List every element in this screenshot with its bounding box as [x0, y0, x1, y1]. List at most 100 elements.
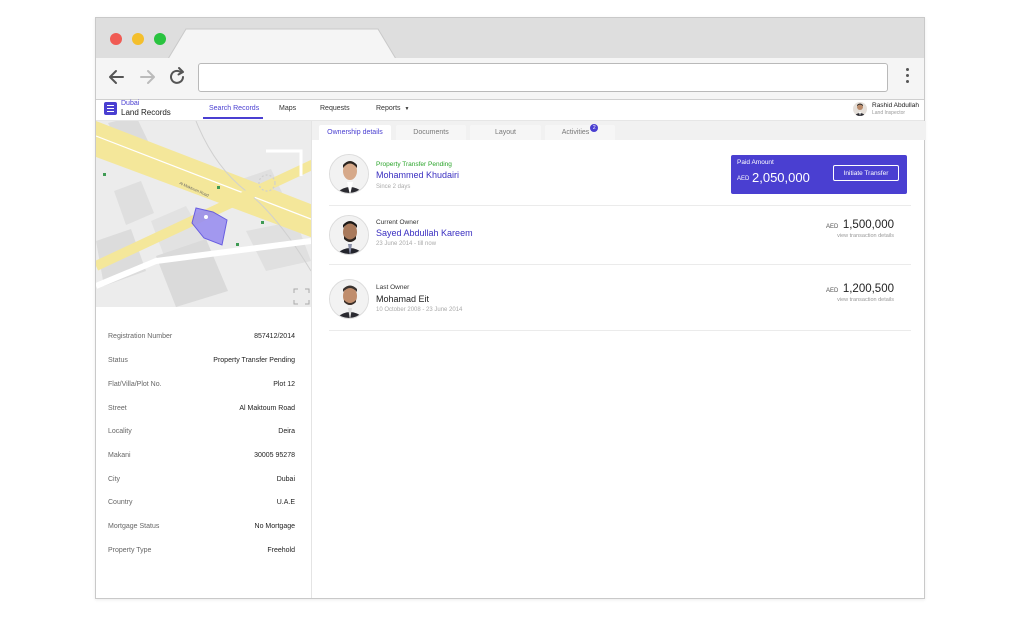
detail-locality: Locality Deira — [108, 428, 295, 440]
detail-label: Registration Number — [108, 333, 173, 340]
detail-property-type: Property Type Freehold — [108, 547, 295, 559]
detail-value: 857412/2014 — [254, 333, 295, 340]
owner-status: Current Owner — [376, 219, 419, 226]
detail-registration-number: Registration Number 857412/2014 — [108, 333, 295, 345]
detail-value: U.A.E — [276, 499, 295, 506]
browser-menu-icon[interactable] — [906, 68, 910, 86]
detail-value: Deira — [278, 428, 295, 435]
detail-label: Property Type — [108, 547, 152, 554]
view-transaction-link[interactable]: view transaction details — [837, 297, 894, 303]
paid-amount-label: Paid Amount — [737, 159, 774, 166]
detail-label: Makani — [108, 452, 131, 459]
detail-label: Status — [108, 357, 128, 364]
price-value: 1,500,000 — [842, 219, 894, 231]
tab-ownership-details[interactable]: Ownership details — [319, 125, 391, 140]
detail-value: Freehold — [267, 547, 295, 554]
property-sidebar: Al Maktoum Road Registration Number 8574… — [96, 121, 312, 598]
app-content: Dubai Land Records Search Records Maps R… — [96, 100, 926, 598]
property-map[interactable]: Al Maktoum Road — [96, 121, 311, 307]
brand-name-line1: Dubai — [121, 100, 140, 107]
detail-value: 30005 95278 — [254, 452, 295, 459]
paid-currency: AED — [737, 176, 750, 182]
nav-reports[interactable]: Reports ▼ — [376, 105, 409, 112]
nav-search-records[interactable]: Search Records — [209, 105, 259, 112]
price-currency: AED — [826, 224, 839, 230]
reload-icon[interactable] — [166, 66, 188, 88]
owner-price: AED 1,200,500 — [826, 279, 894, 297]
detail-value: Dubai — [276, 476, 295, 483]
detail-country: Country U.A.E — [108, 499, 295, 511]
owner-portrait-icon — [330, 216, 368, 254]
owner-name[interactable]: Sayed Abdullah Kareem — [376, 228, 473, 238]
maximize-window-button[interactable] — [154, 33, 166, 45]
detail-label: Locality — [108, 428, 132, 435]
initiate-transfer-button[interactable]: Initiate Transfer — [833, 165, 899, 181]
owner-photo — [329, 215, 369, 255]
chevron-down-icon: ▼ — [404, 106, 410, 112]
detail-mortgage-status: Mortgage Status No Mortgage — [108, 523, 295, 535]
detail-label: Country — [108, 499, 133, 506]
map-canvas: Al Maktoum Road — [96, 121, 311, 307]
detail-street: Street Al Maktoum Road — [108, 405, 295, 417]
owner-row-last: Last Owner Mohamad Eit 10 October 2008 -… — [329, 265, 911, 331]
owner-photo — [329, 154, 369, 194]
price-value: 1,200,500 — [842, 283, 894, 295]
owner-status: Last Owner — [376, 284, 410, 291]
view-transaction-link[interactable]: view transaction details — [837, 233, 894, 239]
nav-reports-label: Reports — [376, 105, 401, 112]
paid-amount-value: 2,050,000 — [752, 170, 810, 185]
owner-photo — [329, 279, 369, 319]
detail-label: Street — [108, 405, 127, 412]
detail-value: No Mortgage — [254, 523, 295, 530]
owner-portrait-icon — [330, 280, 368, 318]
nav-requests[interactable]: Requests — [320, 105, 350, 112]
close-window-button[interactable] — [110, 33, 122, 45]
brand-name-line2: Land Records — [121, 108, 171, 117]
activities-count-badge: 2 — [590, 124, 599, 132]
detail-makani: Makani 30005 95278 — [108, 452, 295, 464]
browser-window: Dubai Land Records Search Records Maps R… — [95, 17, 926, 599]
address-bar[interactable] — [198, 63, 888, 92]
price-currency: AED — [826, 288, 839, 294]
owner-period: Since 2 days — [376, 184, 411, 190]
user-portrait-icon — [854, 103, 866, 116]
detail-city: City Dubai — [108, 476, 295, 488]
detail-tabs: Ownership details Documents Layout Activ… — [312, 121, 926, 140]
paid-amount-card: Paid Amount AED 2,050,000 Initiate Trans… — [731, 155, 907, 194]
back-arrow-icon[interactable] — [106, 66, 128, 88]
tab-activities[interactable]: Activities2 — [545, 124, 615, 140]
user-avatar[interactable] — [853, 102, 867, 116]
tab-layout[interactable]: Layout — [470, 125, 541, 140]
detail-status: Status Property Transfer Pending — [108, 357, 295, 369]
owner-row-pending: Property Transfer Pending Mohammed Khuda… — [329, 149, 911, 206]
owner-name[interactable]: Mohammed Khudairi — [376, 170, 459, 180]
forward-arrow-icon[interactable] — [136, 66, 158, 88]
detail-label: Mortgage Status — [108, 523, 160, 530]
detail-label: City — [108, 476, 121, 483]
owner-period: 23 June 2014 - till now — [376, 241, 437, 247]
user-name: Rashid Abdullah — [872, 102, 919, 109]
app-header: Dubai Land Records Search Records Maps R… — [96, 100, 924, 121]
owner-status: Property Transfer Pending — [376, 161, 452, 168]
tab-activities-label: Activities — [561, 129, 590, 136]
nav-maps[interactable]: Maps — [279, 105, 296, 112]
owner-name[interactable]: Mohamad Eit — [376, 294, 429, 304]
detail-value: Plot 12 — [273, 381, 295, 388]
user-role: Land Inspector — [872, 110, 906, 116]
ownership-panel: Ownership details Documents Layout Activ… — [312, 121, 926, 598]
owner-portrait-icon — [330, 155, 368, 193]
owner-price: AED 1,500,000 — [826, 215, 894, 233]
minimize-window-button[interactable] — [132, 33, 144, 45]
browser-titlebar — [96, 18, 924, 59]
tab-documents[interactable]: Documents — [396, 125, 466, 140]
detail-value: Property Transfer Pending — [213, 357, 295, 364]
owner-period: 10 October 2008 - 23 June 2014 — [376, 307, 463, 313]
owner-row-current: Current Owner Sayed Abdullah Kareem 23 J… — [329, 206, 911, 265]
browser-tab[interactable] — [168, 18, 408, 59]
detail-value: Al Maktoum Road — [239, 405, 295, 412]
document-logo-icon — [104, 102, 117, 115]
browser-toolbar — [96, 58, 924, 100]
active-nav-indicator — [203, 117, 263, 119]
detail-label: Flat/Villa/Plot No. — [108, 381, 162, 388]
detail-plot-number: Flat/Villa/Plot No. Plot 12 — [108, 381, 295, 393]
